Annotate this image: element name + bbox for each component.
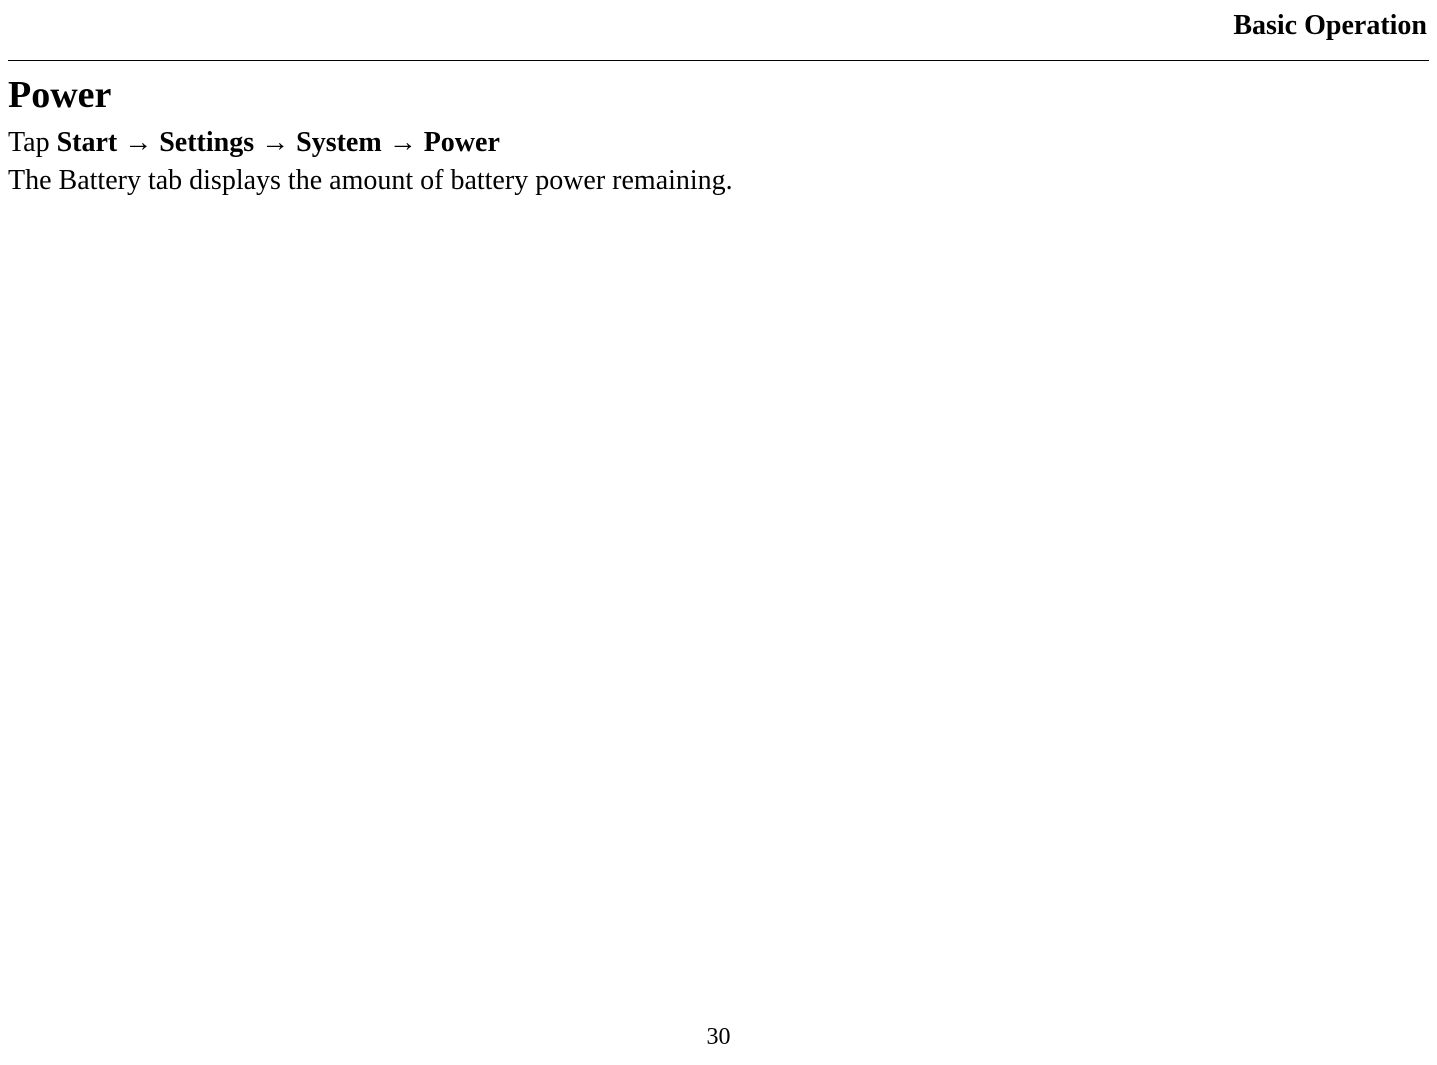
- tap-label: Tap: [8, 127, 57, 158]
- header-title: Basic Operation: [8, 10, 1429, 60]
- nav-power: Power: [424, 127, 500, 158]
- arrow-icon: →: [261, 126, 289, 157]
- page-number: 30: [0, 1024, 1437, 1051]
- navigation-path: Tap Start → Settings → System → Power: [8, 123, 1429, 162]
- header-divider: [8, 60, 1429, 61]
- arrow-icon: →: [389, 126, 417, 157]
- nav-system: System: [296, 127, 382, 158]
- nav-start: Start: [57, 127, 118, 158]
- body-text: The Battery tab displays the amount of b…: [8, 162, 1429, 200]
- section-heading: Power: [8, 73, 1429, 117]
- nav-settings: Settings: [159, 127, 254, 158]
- arrow-icon: →: [124, 126, 152, 157]
